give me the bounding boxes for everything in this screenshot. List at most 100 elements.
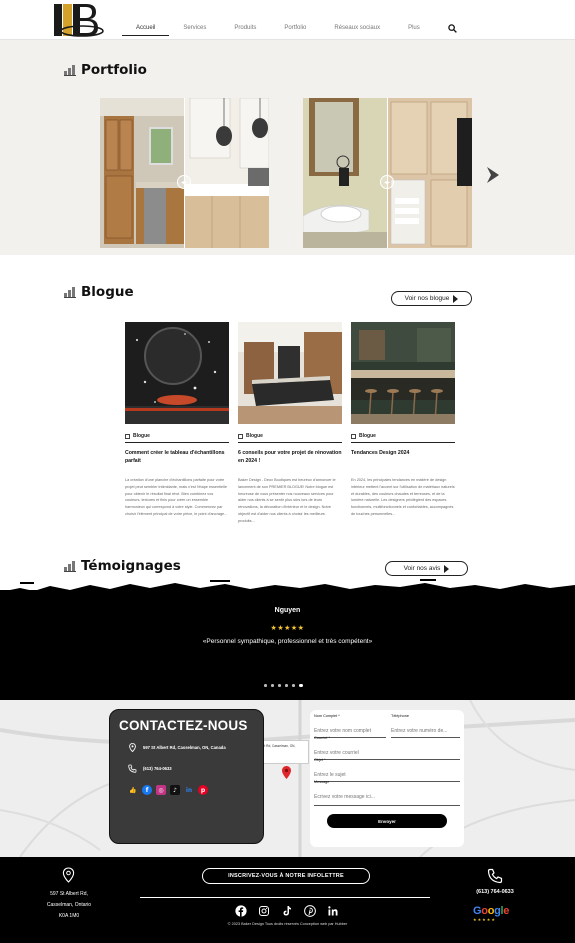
subject-field: Objet * — [314, 758, 460, 782]
phone-label: Téléphone — [391, 714, 409, 718]
before-after-divider[interactable] — [184, 98, 185, 248]
footer-address-line: K0A 1M0 — [58, 913, 80, 919]
carousel-dot[interactable] — [264, 684, 267, 687]
phone-icon — [128, 764, 137, 773]
see-reviews-label: Voir nos avis — [403, 565, 441, 572]
email-field: Courriel * — [314, 736, 460, 760]
carousel-dot[interactable] — [285, 684, 288, 687]
section-logo-icon — [64, 64, 76, 76]
nav-home[interactable]: Accueil — [122, 22, 170, 36]
blog-category: Blogue — [238, 433, 342, 443]
google-stars-icon: ★★★★★ — [473, 917, 496, 922]
nav-more[interactable]: Plus — [394, 22, 434, 36]
footer-address-line: Casselman, Ontario — [46, 902, 92, 908]
carousel-next-arrow-icon[interactable] — [485, 166, 501, 184]
portfolio-heading: Portfolio — [64, 62, 147, 78]
category-icon — [238, 433, 243, 439]
portfolio-before-after-bathroom[interactable]: ◂▸ — [303, 98, 472, 248]
search-icon[interactable] — [448, 24, 457, 33]
testimonials-heading: Témoignages — [64, 558, 181, 574]
footer-address-line: 597 St Albert Rd, — [50, 891, 88, 897]
message-input[interactable] — [314, 792, 460, 802]
nav-portfolio[interactable]: Portfolio — [270, 22, 320, 36]
slider-handle-icon[interactable]: ◂▸ — [380, 175, 394, 189]
portfolio-title: Portfolio — [81, 62, 147, 78]
carousel-dot-active[interactable] — [299, 683, 303, 687]
blog-card[interactable]: Blogue 6 conseils pour votre projet de r… — [238, 322, 342, 525]
phone-icon — [487, 868, 503, 884]
phone-input[interactable] — [391, 726, 460, 736]
terrazzo-sample-photo — [125, 322, 229, 424]
subject-input[interactable] — [314, 770, 460, 780]
section-logo-icon — [64, 560, 76, 572]
blog-card[interactable]: Blogue Tendances Design 2024 En 2024, le… — [351, 322, 455, 518]
submit-button[interactable]: Envoyer — [327, 814, 447, 828]
see-reviews-button[interactable]: Voir nos avis — [385, 561, 468, 576]
carousel-dot[interactable] — [292, 684, 295, 687]
category-icon — [351, 433, 356, 439]
review-quote: «Personnel sympathique, professionnel et… — [202, 638, 373, 645]
blog-post-title[interactable]: Tendances Design 2024 — [351, 449, 455, 469]
google-reviews-badge[interactable]: Google ★★★★★ — [473, 905, 519, 923]
instagram-icon[interactable]: ◎ — [156, 785, 166, 795]
tiktok-icon[interactable] — [281, 905, 293, 917]
full-name-field: Nom Complet * — [314, 714, 386, 738]
portfolio-before-after-kitchen[interactable]: ◂▸ — [100, 98, 269, 248]
map-pin-icon[interactable] — [282, 766, 291, 779]
location-pin-icon — [62, 867, 75, 883]
carousel-dots — [264, 683, 303, 687]
blog-heading: Blogue — [64, 284, 134, 300]
blog-post-title[interactable]: 6 conseils pour votre projet de rénovati… — [238, 449, 342, 469]
newsletter-signup-button[interactable]: INSCRIVEZ-VOUS À NOTRE INFOLETTRE — [202, 868, 370, 884]
see-blog-button[interactable]: Voir nos blogue — [391, 291, 472, 306]
contact-social-links: 👍 f ◎ ♪ in p — [128, 785, 208, 795]
blog-post-title[interactable]: Comment créer le tableau d'échantillons … — [125, 449, 229, 469]
full-name-label: Nom Complet * — [314, 714, 340, 718]
subject-label: Objet * — [314, 758, 326, 762]
phone-field: Téléphone — [391, 714, 460, 738]
blog-card[interactable]: Blogue Comment créer le tableau d'échant… — [125, 322, 229, 518]
contact-phone-text: (613) 764-0633 — [143, 766, 172, 771]
pinterest-icon[interactable] — [304, 905, 316, 917]
carousel-dot[interactable] — [278, 684, 281, 687]
footer-address: 597 St Albert Rd, Casselman, Ontario K0A… — [30, 889, 108, 922]
testimonials-title: Témoignages — [81, 558, 181, 574]
contact-address-text: 597 St Albert Rd, Casselman, ON, Canada — [143, 745, 226, 750]
carousel-dot[interactable] — [271, 684, 274, 687]
dark-green-kitchen-photo — [351, 322, 455, 424]
blog-post-excerpt: La création d'une planche d'échantillons… — [125, 478, 228, 516]
category-icon — [125, 433, 130, 439]
nav-social[interactable]: Réseaux sociaux — [320, 22, 394, 36]
contact-phone[interactable]: (613) 764-0633 — [128, 764, 172, 773]
location-pin-icon — [129, 743, 136, 752]
footer-divider — [140, 897, 430, 898]
blog-post-excerpt: Baker Design - Deux Boutiques est heureu… — [238, 478, 336, 523]
thumbs-up-icon[interactable]: 👍 — [128, 785, 138, 795]
message-field: Message — [314, 780, 460, 806]
arrow-right-icon — [453, 294, 459, 303]
facebook-icon[interactable] — [235, 905, 247, 917]
footer-social-links — [235, 905, 339, 917]
footer-phone[interactable]: (613) 764-0633 — [460, 889, 530, 895]
baker-design-logo[interactable] — [52, 3, 104, 37]
linkedin-icon[interactable] — [327, 905, 339, 917]
star-rating-icon: ★★★★★ — [270, 625, 305, 632]
tiktok-icon[interactable]: ♪ — [170, 785, 180, 795]
slider-handle-icon[interactable]: ◂▸ — [177, 175, 191, 189]
band-curve — [0, 200, 575, 255]
full-name-input[interactable] — [314, 726, 386, 736]
linkedin-icon[interactable]: in — [184, 785, 194, 795]
instagram-icon[interactable] — [258, 905, 270, 917]
pinterest-icon[interactable]: p — [198, 785, 208, 795]
before-after-divider[interactable] — [387, 98, 388, 248]
kitchen-renovation-photo — [238, 322, 342, 424]
blog-title: Blogue — [81, 284, 134, 300]
see-blog-label: Voir nos blogue — [404, 295, 450, 302]
reviewer-name: Nguyen — [274, 607, 301, 614]
blog-category: Blogue — [351, 433, 455, 443]
nav-services[interactable]: Services — [169, 22, 220, 36]
email-input[interactable] — [314, 748, 460, 758]
nav-products[interactable]: Produits — [220, 22, 270, 36]
facebook-icon[interactable]: f — [142, 785, 152, 795]
arrow-right-icon — [444, 564, 450, 573]
